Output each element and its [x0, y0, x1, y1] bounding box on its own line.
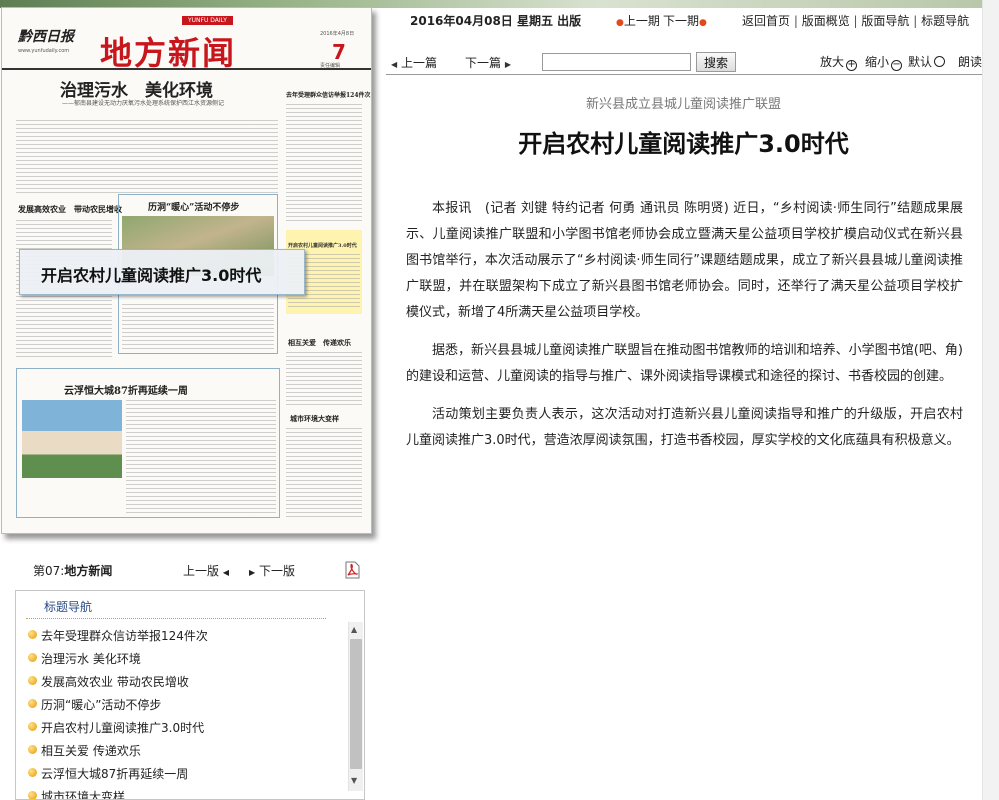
headline-nav-list: 去年受理群众信访举报124件次 治理污水 美化环境 发展高效农业 带动农民增收 …: [28, 625, 346, 799]
scroll-down-icon[interactable]: ▼: [351, 776, 357, 785]
search-input[interactable]: [542, 53, 691, 71]
divider: [386, 74, 999, 75]
circle-icon: [934, 56, 946, 67]
scrollbar-thumb[interactable]: [350, 639, 362, 769]
bullet-icon: [28, 722, 37, 731]
headline-nav-item[interactable]: 去年受理群众信访举报124件次: [28, 625, 346, 648]
masthead: 黔西日报 www.yunfudaily.com YUNFU DAILY 地方新闻…: [2, 8, 371, 72]
bullet-icon: [28, 676, 37, 685]
page: 黔西日报 www.yunfudaily.com YUNFU DAILY 地方新闻…: [0, 0, 999, 800]
page-number: 7: [332, 40, 346, 64]
paper-text-block: [122, 304, 274, 352]
edition-label: 第07:地方新闻: [33, 564, 113, 578]
dot-icon: ●: [699, 18, 707, 28]
paper-headline-main-sub: ——郁南县建设无动力厌氧污水处理系统保护西江水资源侧记: [62, 100, 225, 107]
search-button[interactable]: 搜索: [696, 52, 736, 72]
page-section-title: 地方新闻: [100, 34, 237, 72]
next-article-link[interactable]: 下一篇 ▶: [465, 54, 511, 71]
right-triangle-icon: ▶: [249, 568, 256, 577]
divider: [26, 618, 326, 619]
plus-circle-icon: +: [846, 59, 858, 71]
article-paragraph: 活动策划主要负责人表示，这次活动对打造新兴县儿童阅读指导和推广的升级版，开启农村…: [406, 407, 963, 448]
dot-icon: ●: [616, 18, 624, 28]
paper-headline-estate[interactable]: 云浮恒大城87折再延续一周: [64, 382, 188, 397]
article-paragraph: 本报讯 (记者 刘键 特约记者 何勇 通讯员 陈明贤) 近日，“乡村阅读·师生同…: [406, 201, 963, 320]
headline-nav-item[interactable]: 云浮恒大城87折再延续一周: [28, 763, 346, 786]
headline-nav-title: 标题导航: [44, 600, 93, 614]
paper-headline-care[interactable]: 相互关爱 传递欢乐: [288, 338, 351, 348]
next-issue-link[interactable]: 下一期●: [663, 12, 707, 29]
headline-nav-link[interactable]: 标题导航: [921, 14, 969, 28]
zoom-out-button[interactable]: 缩小 −: [865, 53, 903, 71]
paper-headline-left[interactable]: 发展高效农业 带动农民增收: [18, 204, 122, 215]
bullet-icon: [28, 745, 37, 754]
issue-date: 2016年04月08日 星期五 出版: [410, 14, 582, 28]
right-triangle-icon: ▶: [504, 60, 511, 69]
paper-text-block: [286, 104, 362, 224]
bullet-icon: [28, 630, 37, 639]
paper-headline-city[interactable]: 城市环境大变样: [290, 414, 339, 424]
home-link[interactable]: 返回首页: [742, 14, 790, 28]
paper-daily-band: YUNFU DAILY: [182, 16, 233, 25]
headline-nav-item[interactable]: 相互关爱 传递欢乐: [28, 740, 346, 763]
prev-issue-link[interactable]: ●上一期: [616, 12, 660, 29]
article-toolbar: ◀ 上一篇 下一篇 ▶ 搜索 放大 + 缩小 − 默认 朗读: [386, 43, 999, 72]
left-triangle-icon: ◀: [222, 568, 229, 577]
bullet-icon: [28, 699, 37, 708]
headline-nav-panel: 标题导航 去年受理群众信访举报124件次 治理污水 美化环境 发展高效农业 带动…: [15, 590, 365, 800]
headline-nav-item[interactable]: 城市环境大变样: [28, 786, 346, 799]
headline-nav-item[interactable]: 发展高效农业 带动农民增收: [28, 671, 346, 694]
headline-nav-item[interactable]: 开启农村儿童阅读推广3.0时代: [28, 717, 346, 740]
thumbnail-article-callout[interactable]: 开启农村儿童阅读推广3.0时代: [19, 249, 305, 295]
article-body: 本报讯 (记者 刘键 特约记者 何勇 通讯员 陈明贤) 近日，“乡村阅读·师生同…: [406, 196, 963, 466]
paper-headline-mid[interactable]: 历洞“暖心”活动不停步: [148, 200, 239, 213]
default-size-button[interactable]: 默认: [908, 53, 946, 70]
prev-article-link[interactable]: ◀ 上一篇: [391, 54, 437, 71]
paper-photo-estate: [22, 400, 122, 478]
article-area: 2016年04月08日 星期五 出版 ●上一期 下一期● 返回首页 | 版面概览…: [386, 0, 999, 800]
paper-editor: 责任编辑: [320, 63, 341, 69]
prev-edition-link[interactable]: 上一版 ◀: [183, 562, 229, 579]
bullet-icon: [28, 653, 37, 662]
paper-logo: 黔西日报: [18, 29, 74, 45]
next-edition-link[interactable]: ▶ 下一版: [249, 562, 295, 579]
headline-nav-item[interactable]: 历洞“暖心”活动不停步: [28, 694, 346, 717]
paper-logo-url: www.yunfudaily.com: [18, 48, 70, 54]
page-overview-link[interactable]: 版面概览: [802, 14, 850, 28]
left-triangle-icon: ◀: [391, 60, 398, 69]
top-nav: 2016年04月08日 星期五 出版 ●上一期 下一期● 返回首页 | 版面概览…: [386, 10, 999, 30]
paper-text-block: [16, 120, 278, 194]
bullet-icon: [28, 768, 37, 777]
article-title: 开启农村儿童阅读推广3.0时代: [518, 130, 849, 158]
zoom-in-button[interactable]: 放大 +: [820, 53, 858, 71]
article-paragraph: 据悉，新兴县县城儿童阅读推广联盟旨在推动图书馆教师的培训和培养、小学图书馆(吧、…: [406, 343, 963, 384]
article-subtitle: 新兴县成立县城儿童阅读推广联盟: [585, 97, 781, 112]
page-scrollbar[interactable]: [982, 0, 999, 800]
pdf-icon[interactable]: [344, 561, 360, 579]
paper-headline-small: 开启农村儿童阅读推广3.0时代: [288, 243, 357, 249]
minus-circle-icon: −: [891, 59, 903, 71]
page-nav-link[interactable]: 版面导航: [861, 14, 909, 28]
bullet-icon: [28, 791, 37, 799]
paper-text-block: [286, 428, 362, 518]
paper-date: 2016年4月8日: [320, 31, 355, 37]
paper-text-block: [126, 400, 276, 514]
paper-headline-right[interactable]: 去年受理群众信访举报124件次: [286, 90, 371, 99]
top-links: 返回首页 | 版面概览 | 版面导航 | 标题导航: [742, 14, 970, 28]
paper-text-block: [286, 352, 362, 406]
scroll-up-icon[interactable]: ▲: [351, 625, 357, 634]
headline-nav-scrollbar[interactable]: ▲ ▼: [348, 622, 363, 791]
edition-nav: 第07:地方新闻 上一版 ◀ ▶ 下一版: [30, 561, 365, 580]
headline-nav-item[interactable]: 治理污水 美化环境: [28, 648, 346, 671]
